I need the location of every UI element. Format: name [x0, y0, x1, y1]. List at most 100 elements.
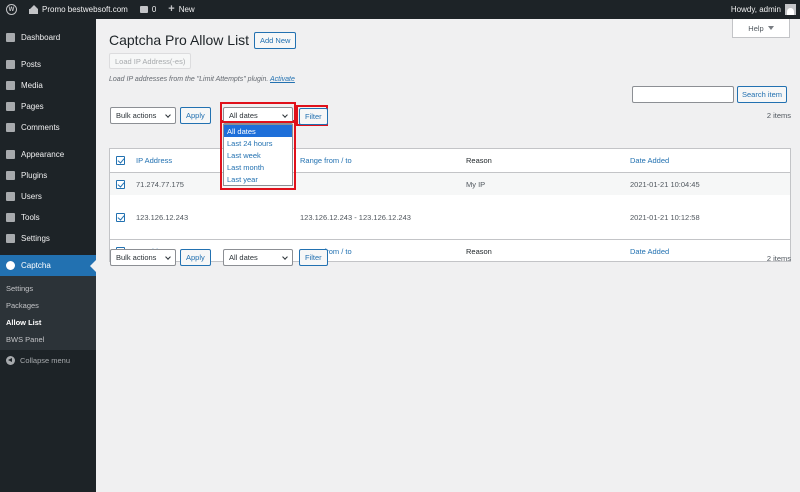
- comments-link[interactable]: 0: [134, 0, 162, 19]
- menu-label: Settings: [21, 234, 50, 243]
- page-icon: [6, 102, 15, 111]
- wordpress-icon: W: [6, 4, 17, 15]
- menu-captcha[interactable]: Captcha: [0, 255, 96, 276]
- greeting: Howdy, admin: [730, 5, 781, 14]
- date-option-24h[interactable]: Last 24 hours: [224, 137, 292, 149]
- menu-posts[interactable]: Posts: [0, 54, 96, 75]
- activate-link[interactable]: Activate: [270, 76, 295, 83]
- cell-date: 2021-01-21 10:12:58: [630, 212, 700, 222]
- column-ip-address[interactable]: IP Address: [136, 149, 172, 172]
- date-option-week[interactable]: Last week: [224, 149, 292, 161]
- main-content: Help Captcha Pro Allow List Add New Load…: [96, 19, 800, 492]
- menu-label: Media: [21, 81, 43, 90]
- column-reason: Reason: [466, 156, 492, 165]
- bulk-actions-select-bottom[interactable]: Bulk actions: [110, 249, 176, 266]
- avatar: [785, 4, 796, 15]
- bulk-actions-select-top[interactable]: Bulk actions: [110, 107, 176, 124]
- chevron-down-icon: [282, 254, 288, 260]
- column-range[interactable]: Range from / to: [300, 149, 352, 172]
- menu-users[interactable]: Users: [0, 186, 96, 207]
- menu-label: Posts: [21, 60, 42, 69]
- new-content-link[interactable]: + New: [162, 0, 200, 19]
- cell-reason: My IP: [466, 179, 486, 189]
- site-name-link[interactable]: Promo bestwebsoft.com: [23, 0, 134, 19]
- comment-icon: [139, 6, 148, 13]
- menu-label: Appearance: [21, 150, 65, 159]
- help-label: Help: [748, 23, 764, 33]
- date-filter-dropdown: All dates Last 24 hours Last week Last m…: [223, 124, 293, 186]
- apply-button-top[interactable]: Apply: [180, 107, 211, 124]
- date-filter-value: All dates: [229, 111, 258, 120]
- chevron-down-icon: [165, 254, 171, 260]
- filter-button-bottom[interactable]: Filter: [299, 249, 328, 266]
- menu-label: Dashboard: [21, 33, 61, 42]
- site-name: Promo bestwebsoft.com: [42, 5, 128, 14]
- menu-dashboard[interactable]: Dashboard: [0, 27, 96, 48]
- menu-label: Plugins: [21, 171, 48, 180]
- new-label: New: [178, 5, 195, 14]
- cell-ip: 71.274.77.175: [136, 179, 184, 189]
- users-icon: [6, 192, 15, 201]
- add-new-button[interactable]: Add New: [254, 32, 297, 49]
- menu-label: Pages: [21, 102, 44, 111]
- items-count-bottom: 2 items: [766, 254, 791, 263]
- date-option-all[interactable]: All dates: [224, 125, 292, 137]
- select-all-checkbox[interactable]: [116, 156, 125, 165]
- allow-list-table: IP Address Range from / to Reason Date A…: [109, 148, 791, 262]
- date-option-month[interactable]: Last month: [224, 161, 292, 173]
- page-title: Captcha Pro Allow List: [109, 32, 250, 48]
- settings-icon: [6, 234, 15, 243]
- menu-plugins[interactable]: Plugins: [0, 165, 96, 186]
- load-ip-button[interactable]: Load IP Address(-es): [109, 53, 192, 69]
- collapse-label: Collapse menu: [20, 356, 71, 365]
- search-button[interactable]: Search item: [737, 86, 788, 103]
- date-filter-select-bottom[interactable]: All dates: [223, 249, 293, 266]
- menu-label: Captcha: [21, 261, 51, 270]
- filter-button-top[interactable]: Filter: [299, 108, 328, 125]
- table-row: 71.274.77.175 My IP 2021-01-21 10:04:45: [110, 173, 790, 195]
- menu-pages[interactable]: Pages: [0, 96, 96, 117]
- menu-tools[interactable]: Tools: [0, 207, 96, 228]
- items-count-top: 2 items: [766, 111, 791, 120]
- column-date-added[interactable]: Date Added: [630, 149, 669, 172]
- submenu-packages[interactable]: Packages: [0, 297, 96, 314]
- account-menu[interactable]: Howdy, admin: [731, 0, 796, 19]
- column-reason-footer: Reason: [466, 246, 492, 256]
- row-checkbox[interactable]: [116, 179, 125, 189]
- menu-media[interactable]: Media: [0, 75, 96, 96]
- dashboard-icon: [6, 33, 15, 42]
- menu-appearance[interactable]: Appearance: [0, 144, 96, 165]
- media-icon: [6, 81, 15, 90]
- cell-range: 123.126.12.243 - 123.126.12.243: [300, 212, 411, 222]
- date-option-year[interactable]: Last year: [224, 173, 292, 185]
- wordpress-logo-button[interactable]: W: [0, 0, 23, 19]
- cell-ip: 123.126.12.243: [136, 212, 189, 222]
- comments-count: 0: [151, 5, 157, 14]
- column-date-added-footer[interactable]: Date Added: [630, 240, 669, 262]
- table-header: IP Address Range from / to Reason Date A…: [110, 149, 790, 172]
- menu-label: Users: [21, 192, 42, 201]
- date-filter-value: All dates: [229, 253, 258, 262]
- menu-comments[interactable]: Comments: [0, 117, 96, 138]
- bulk-actions-value: Bulk actions: [116, 111, 157, 120]
- captcha-icon: [6, 261, 15, 270]
- submenu-settings[interactable]: Settings: [0, 280, 96, 297]
- brush-icon: [6, 150, 15, 159]
- collapse-menu-button[interactable]: Collapse menu: [0, 350, 96, 371]
- row-checkbox[interactable]: [116, 212, 125, 222]
- admin-sidebar: Dashboard Posts Media Pages Comments App…: [0, 19, 96, 492]
- submenu-allow-list[interactable]: Allow List: [0, 314, 96, 331]
- search-input[interactable]: [632, 86, 734, 103]
- apply-button-bottom[interactable]: Apply: [180, 249, 211, 266]
- menu-label: Tools: [21, 213, 40, 222]
- chevron-down-icon: [282, 112, 288, 118]
- help-tab-button[interactable]: Help: [732, 19, 790, 38]
- table-footer: IP Address Range from / to Reason Date A…: [110, 240, 790, 262]
- captcha-submenu: Settings Packages Allow List BWS Panel: [0, 276, 96, 350]
- pin-icon: [6, 60, 15, 69]
- menu-settings[interactable]: Settings: [0, 228, 96, 249]
- chevron-down-icon: [165, 112, 171, 118]
- submenu-bws-panel[interactable]: BWS Panel: [0, 331, 96, 348]
- cell-date: 2021-01-21 10:04:45: [630, 179, 700, 189]
- bulk-actions-value: Bulk actions: [116, 253, 157, 262]
